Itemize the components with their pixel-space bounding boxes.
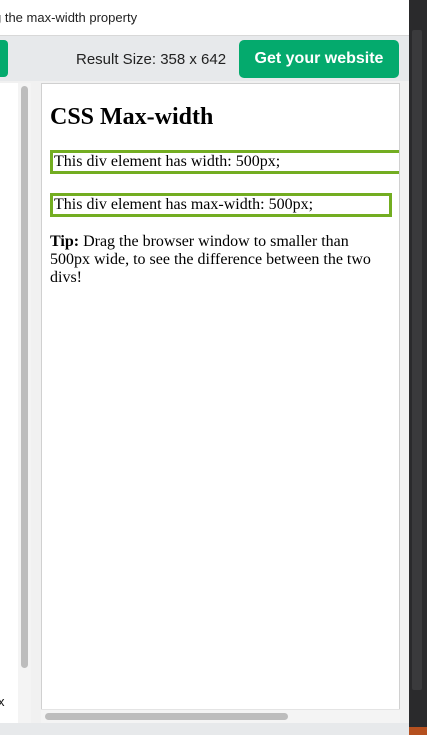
result-frame: CSS Max-width This div element has width… bbox=[41, 83, 400, 723]
get-your-website-button[interactable]: Get your website bbox=[239, 40, 399, 78]
run-button[interactable] bbox=[0, 40, 8, 77]
code-text-fragment: x bbox=[0, 694, 5, 709]
result-heading: CSS Max-width bbox=[50, 104, 214, 130]
result-size-label: Result Size: 358 x 642 bbox=[76, 51, 227, 68]
title-bar: g the max-width property bbox=[0, 0, 409, 36]
tip-label: Tip: bbox=[50, 233, 80, 251]
result-horizontal-scrollbar[interactable] bbox=[41, 709, 400, 723]
desktop-edge-panel bbox=[412, 30, 422, 690]
result-scrollbar-thumb[interactable] bbox=[45, 713, 288, 720]
width-demo-div: This div element has width: 500px; bbox=[50, 150, 399, 175]
browser-window: g the max-width property Result Size: 35… bbox=[0, 0, 409, 735]
max-width-demo-div: This div element has max-width: 500px; bbox=[50, 193, 392, 218]
bottom-bar bbox=[0, 723, 409, 735]
tip-paragraph: Tip: Drag the browser window to smaller … bbox=[50, 233, 380, 287]
tryit-toolbar: Result Size: 358 x 642 Get your website bbox=[0, 36, 409, 81]
result-content: CSS Max-width This div element has width… bbox=[50, 84, 399, 287]
code-editor-pane[interactable]: x bbox=[0, 83, 31, 723]
tip-text: Drag the browser window to smaller than … bbox=[50, 233, 371, 287]
taskbar-fragment bbox=[409, 727, 427, 735]
code-scrollbar-thumb[interactable] bbox=[21, 86, 28, 668]
page-title: g the max-width property bbox=[0, 10, 138, 25]
desktop-edge bbox=[409, 0, 427, 735]
